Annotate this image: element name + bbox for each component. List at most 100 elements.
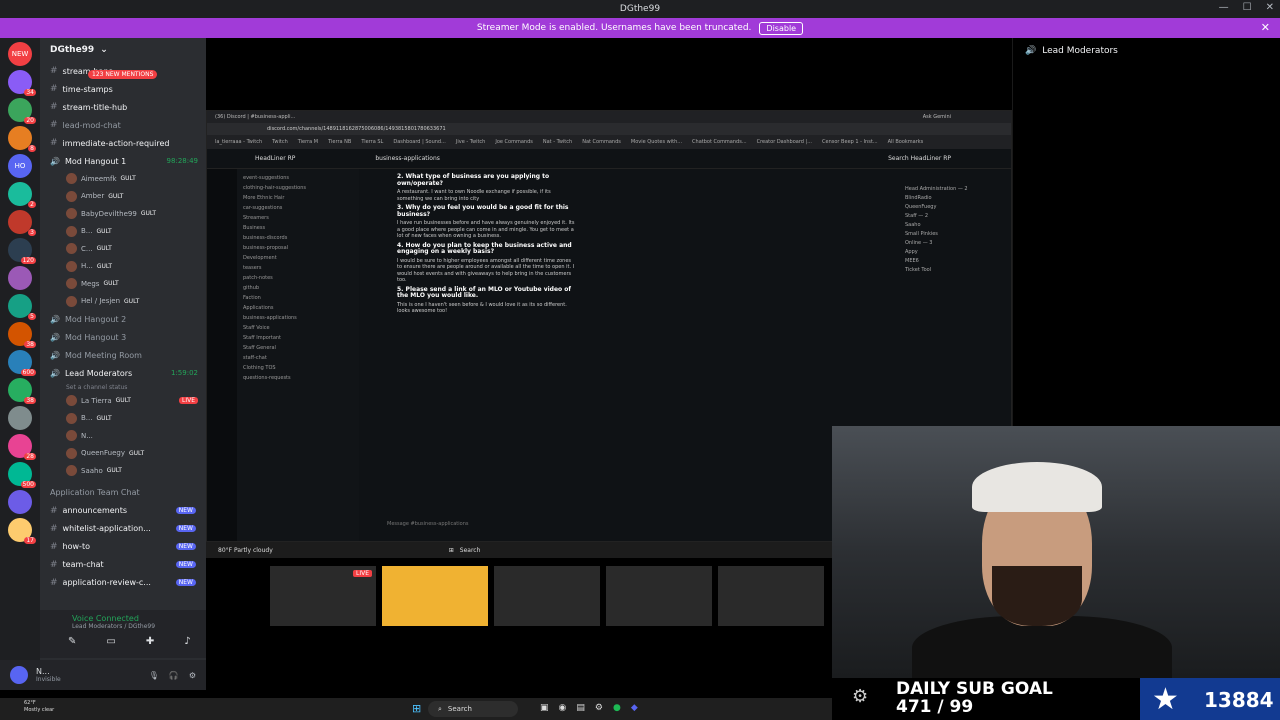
- discord-channel[interactable]: clothing-hair-suggestions: [243, 183, 353, 193]
- server-icon[interactable]: 3: [8, 210, 36, 236]
- bookmark[interactable]: Joe Commands: [495, 139, 533, 145]
- discord-icon[interactable]: ◆: [631, 703, 638, 713]
- server-icon[interactable]: 8: [8, 126, 36, 152]
- close-icon[interactable]: ✕: [1266, 2, 1274, 13]
- discord-member[interactable]: Online — 3: [905, 239, 1011, 248]
- discord-member[interactable]: MEE6: [905, 257, 1011, 266]
- minimize-icon[interactable]: —: [1219, 2, 1229, 13]
- discord-channel[interactable]: Business: [243, 223, 353, 233]
- voice-status[interactable]: Voice Connected: [40, 610, 206, 623]
- video-icon[interactable]: ✎: [68, 636, 76, 647]
- voice-user[interactable]: B... GULT: [40, 410, 206, 428]
- taskbar-search[interactable]: ⌕ Search: [428, 701, 518, 717]
- channel-row[interactable]: # how-to NEW: [40, 538, 206, 556]
- inner-search[interactable]: Search: [460, 547, 481, 554]
- voice-user[interactable]: Megs GULT: [40, 275, 206, 293]
- channel-lead-mod-chat[interactable]: # lead-mod-chat: [40, 116, 206, 134]
- discord-channel[interactable]: Staff Voice: [243, 323, 353, 333]
- windows-icon[interactable]: ⊞: [449, 547, 454, 554]
- voice-user[interactable]: C... GULT: [40, 240, 206, 258]
- stream-thumbnail[interactable]: [606, 566, 712, 626]
- bookmark[interactable]: Jive - Twitch: [456, 139, 485, 145]
- server-icon[interactable]: 17: [8, 518, 36, 544]
- bookmark[interactable]: Tierra NB: [328, 139, 351, 145]
- bookmark[interactable]: Creator Dashboard |...: [757, 139, 812, 145]
- headphones-icon[interactable]: 🎧: [169, 671, 179, 680]
- channel-stream-title-hub[interactable]: # stream-title-hub: [40, 98, 206, 116]
- soundboard-icon[interactable]: ♪: [184, 636, 190, 647]
- discord-channel[interactable]: Staff General: [243, 343, 353, 353]
- discord-member[interactable]: QueenFuegy: [905, 203, 1011, 212]
- stream-thumbnail[interactable]: [718, 566, 824, 626]
- server-icon[interactable]: 500: [8, 462, 36, 488]
- category-application-team-chat[interactable]: Application Team Chat: [40, 484, 206, 502]
- server-icon[interactable]: 28: [8, 434, 36, 460]
- voice-channel[interactable]: Lead Moderators / DGthe99: [40, 623, 206, 630]
- voice-user[interactable]: B... GULT: [40, 223, 206, 241]
- bookmark[interactable]: Tierra M: [298, 139, 318, 145]
- server-icon[interactable]: 20: [8, 98, 36, 124]
- discord-channel[interactable]: staff-chat: [243, 353, 353, 363]
- server-icon[interactable]: 120: [8, 238, 36, 264]
- server-icon[interactable]: HO: [8, 154, 32, 178]
- voice-user[interactable]: N...: [40, 427, 206, 445]
- spotify-icon[interactable]: ●: [613, 703, 621, 713]
- bookmark[interactable]: Chatbot Commands...: [692, 139, 747, 145]
- discord-channel[interactable]: Development: [243, 253, 353, 263]
- discord-member[interactable]: Small Pinkies: [905, 230, 1011, 239]
- channel-immediate-action-required[interactable]: # immediate-action-required: [40, 134, 206, 152]
- bookmark[interactable]: Dashboard | Sound...: [393, 139, 446, 145]
- discord-channel[interactable]: Clothing TOS: [243, 363, 353, 373]
- server-icon[interactable]: [8, 490, 32, 514]
- address-bar[interactable]: discord.com/channels/1489118162875006086…: [207, 123, 1011, 135]
- voice-channel[interactable]: 🔊 Mod Hangout 2: [40, 310, 206, 328]
- discord-channel[interactable]: github: [243, 283, 353, 293]
- channel-row[interactable]: # team-chat NEW: [40, 556, 206, 574]
- voice-user[interactable]: Hel / Jesjen GULT: [40, 293, 206, 311]
- discord-member[interactable]: Staff — 2: [905, 212, 1011, 221]
- server-icon[interactable]: 5: [8, 294, 36, 320]
- discord-member[interactable]: BlindRadio: [905, 194, 1011, 203]
- files-icon[interactable]: ▤: [576, 703, 585, 713]
- ask-gemini-button[interactable]: Ask Gemini: [923, 114, 951, 120]
- voice-user[interactable]: H... GULT: [40, 258, 206, 276]
- server-icon[interactable]: 34: [8, 70, 36, 96]
- message-input[interactable]: Message #business-applications: [387, 521, 807, 533]
- bookmark[interactable]: Tierra SL: [361, 139, 383, 145]
- discord-channel[interactable]: event-suggestions: [243, 173, 353, 183]
- browser-tab[interactable]: (36) Discord | #business-appli...: [215, 114, 295, 120]
- channel-row[interactable]: # whitelist-application... NEW: [40, 520, 206, 538]
- taskbar-weather[interactable]: 62°F Mostly clear: [24, 700, 54, 714]
- voice-channel-mod-hangout-1[interactable]: 🔊 Mod Hangout 1 98:28:49: [40, 152, 206, 170]
- disable-button[interactable]: Disable: [759, 21, 804, 35]
- bookmark[interactable]: All Bookmarks: [888, 139, 924, 145]
- discord-channel[interactable]: business-discords: [243, 233, 353, 243]
- voice-user[interactable]: Saaho GULT: [40, 462, 206, 480]
- server-icon[interactable]: NEW: [8, 42, 32, 66]
- discord-channel[interactable]: More Ethnic Hair: [243, 193, 353, 203]
- activity-icon[interactable]: ✚: [146, 636, 154, 647]
- bookmark[interactable]: Movie Quotes with...: [631, 139, 682, 145]
- bookmark[interactable]: Nat - Twitch: [543, 139, 572, 145]
- gear-icon[interactable]: ⚙: [595, 703, 603, 713]
- stream-thumbnail[interactable]: LIVE: [270, 566, 376, 626]
- channel-time-stamps[interactable]: # time-stamps: [40, 80, 206, 98]
- browser-icon[interactable]: ◉: [559, 703, 567, 713]
- discord-channel[interactable]: Applications: [243, 303, 353, 313]
- bookmark[interactable]: Nat Commands: [582, 139, 621, 145]
- screen-share-icon[interactable]: ▭: [106, 636, 115, 647]
- discord-channel[interactable]: Faction: [243, 293, 353, 303]
- bookmark[interactable]: Censor Beep 1 - Inst...: [822, 139, 878, 145]
- server-icon[interactable]: [8, 266, 32, 290]
- channel-status[interactable]: Set a channel status: [40, 382, 206, 392]
- voice-user[interactable]: BabyDevilthe99 GULT: [40, 205, 206, 223]
- voice-channel-lead-moderators[interactable]: 🔊 Lead Moderators 1:59:02: [40, 364, 206, 382]
- voice-user[interactable]: Aimeemfk GULT: [40, 170, 206, 188]
- avatar[interactable]: [10, 666, 28, 684]
- server-header[interactable]: DGthe99 ⌄: [40, 38, 206, 62]
- discord-channel[interactable]: questions-requests: [243, 373, 353, 383]
- voice-channel[interactable]: 🔊 Mod Hangout 3: [40, 328, 206, 346]
- voice-user[interactable]: Amber GULT: [40, 188, 206, 206]
- discord-channel[interactable]: car-suggestions: [243, 203, 353, 213]
- discord-member[interactable]: Appy: [905, 248, 1011, 257]
